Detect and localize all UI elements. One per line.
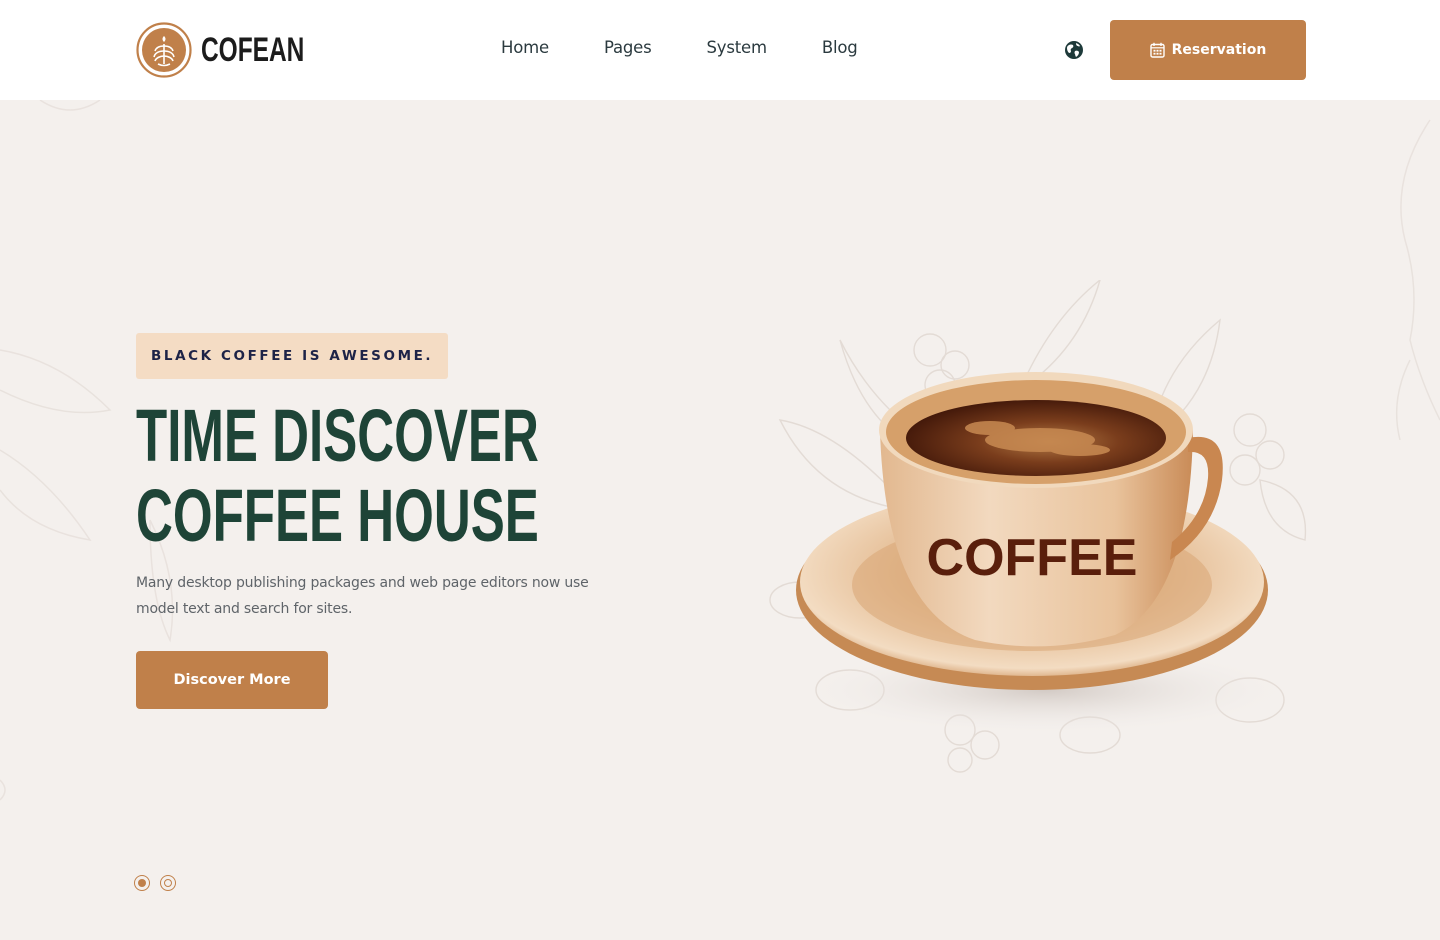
- headline-line-1: TIME DISCOVER: [136, 394, 539, 477]
- slider-pagination: [134, 875, 186, 891]
- nav-item-blog[interactable]: Blog: [822, 38, 858, 57]
- nav-item-pages[interactable]: Pages: [604, 38, 652, 57]
- discover-more-button[interactable]: Discover More: [136, 651, 328, 709]
- logo-link[interactable]: COFEAN: [136, 22, 345, 78]
- reservation-label: Reservation: [1171, 42, 1267, 58]
- site-header: COFEAN Home Pages System Blog Reservatio…: [0, 0, 1440, 100]
- globe-icon[interactable]: [1064, 40, 1084, 60]
- tagline-text: BLACK COFFEE IS AWESOME.: [151, 348, 434, 364]
- dot-ring: [164, 879, 172, 887]
- cup-label-text: COFFEE: [927, 529, 1138, 587]
- reservation-button[interactable]: Reservation: [1110, 20, 1306, 80]
- coffee-cup-illustration: COFFEE: [769, 280, 1307, 773]
- nav-item-home[interactable]: Home: [501, 38, 549, 57]
- slide-dot-2[interactable]: [160, 875, 176, 891]
- hero-headline: TIME DISCOVER COFFEE HOUSE: [136, 396, 539, 556]
- main-nav: Home Pages System Blog: [501, 38, 913, 57]
- latte-art-logo-icon: [136, 22, 192, 78]
- calendar-icon: [1149, 42, 1165, 58]
- tagline-badge: BLACK COFFEE IS AWESOME.: [136, 333, 449, 379]
- dot-fill: [138, 879, 146, 887]
- hero-section: BLACK COFFEE IS AWESOME. TIME DISCOVER C…: [0, 100, 1440, 940]
- nav-item-system[interactable]: System: [706, 38, 767, 57]
- slide-dot-1[interactable]: [134, 875, 150, 891]
- headline-line-2: COFFEE HOUSE: [136, 474, 539, 557]
- hero-description: Many desktop publishing packages and web…: [136, 575, 589, 617]
- brand-name: COFEAN: [201, 31, 305, 69]
